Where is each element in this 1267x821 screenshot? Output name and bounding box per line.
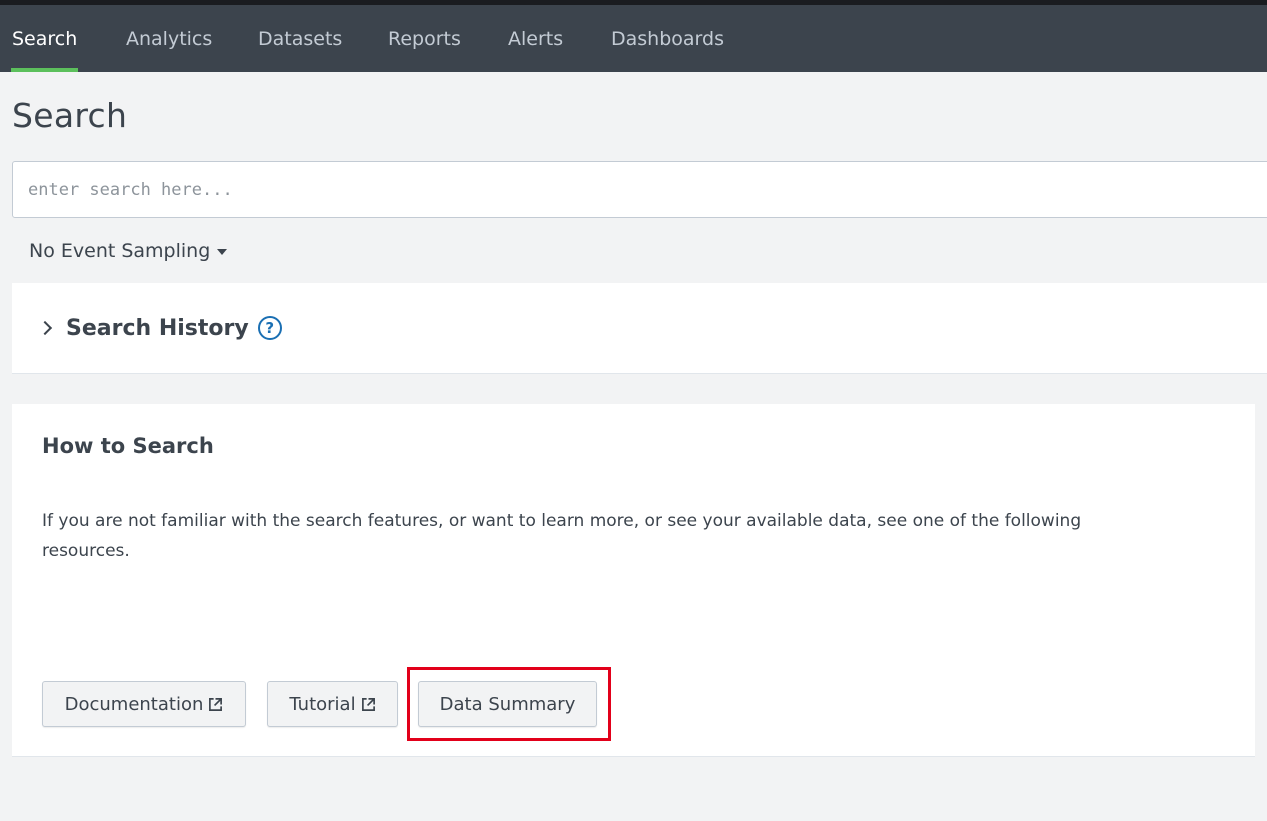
tab-datasets[interactable]: Datasets xyxy=(258,5,342,72)
tab-search[interactable]: Search xyxy=(12,5,77,72)
data-summary-button[interactable]: Data Summary xyxy=(418,681,597,727)
event-sampling-dropdown[interactable]: No Event Sampling xyxy=(29,238,228,264)
how-to-search-panel: How to Search If you are not familiar wi… xyxy=(12,404,1255,757)
documentation-button[interactable]: Documentation xyxy=(42,681,246,727)
search-input[interactable] xyxy=(12,161,1267,218)
tab-analytics[interactable]: Analytics xyxy=(126,5,212,72)
search-history-panel: Search History ? xyxy=(12,283,1267,374)
caret-down-icon xyxy=(217,249,228,255)
active-tab-indicator xyxy=(11,68,78,72)
data-summary-button-label: Data Summary xyxy=(439,693,576,715)
how-to-search-description: If you are not familiar with the search … xyxy=(42,511,1082,561)
tutorial-button-label: Tutorial xyxy=(289,693,356,715)
tab-alerts[interactable]: Alerts xyxy=(508,5,563,72)
external-link-icon xyxy=(361,697,375,711)
tab-reports[interactable]: Reports xyxy=(388,5,461,72)
app-navbar: Search Analytics Datasets Reports Alerts… xyxy=(0,5,1267,72)
help-icon[interactable]: ? xyxy=(257,316,282,340)
search-history-toggle[interactable]: Search History ? xyxy=(37,311,282,345)
external-link-icon xyxy=(209,697,223,711)
how-to-search-title: How to Search xyxy=(42,434,214,458)
page-title: Search xyxy=(12,96,128,135)
documentation-button-label: Documentation xyxy=(64,693,204,715)
chevron-right-icon xyxy=(37,320,53,336)
tutorial-button[interactable]: Tutorial xyxy=(267,681,398,727)
help-icon-glyph: ? xyxy=(265,319,275,337)
event-sampling-label: No Event Sampling xyxy=(29,240,211,262)
tab-dashboards[interactable]: Dashboards xyxy=(611,5,724,72)
search-history-title: Search History xyxy=(66,315,249,341)
